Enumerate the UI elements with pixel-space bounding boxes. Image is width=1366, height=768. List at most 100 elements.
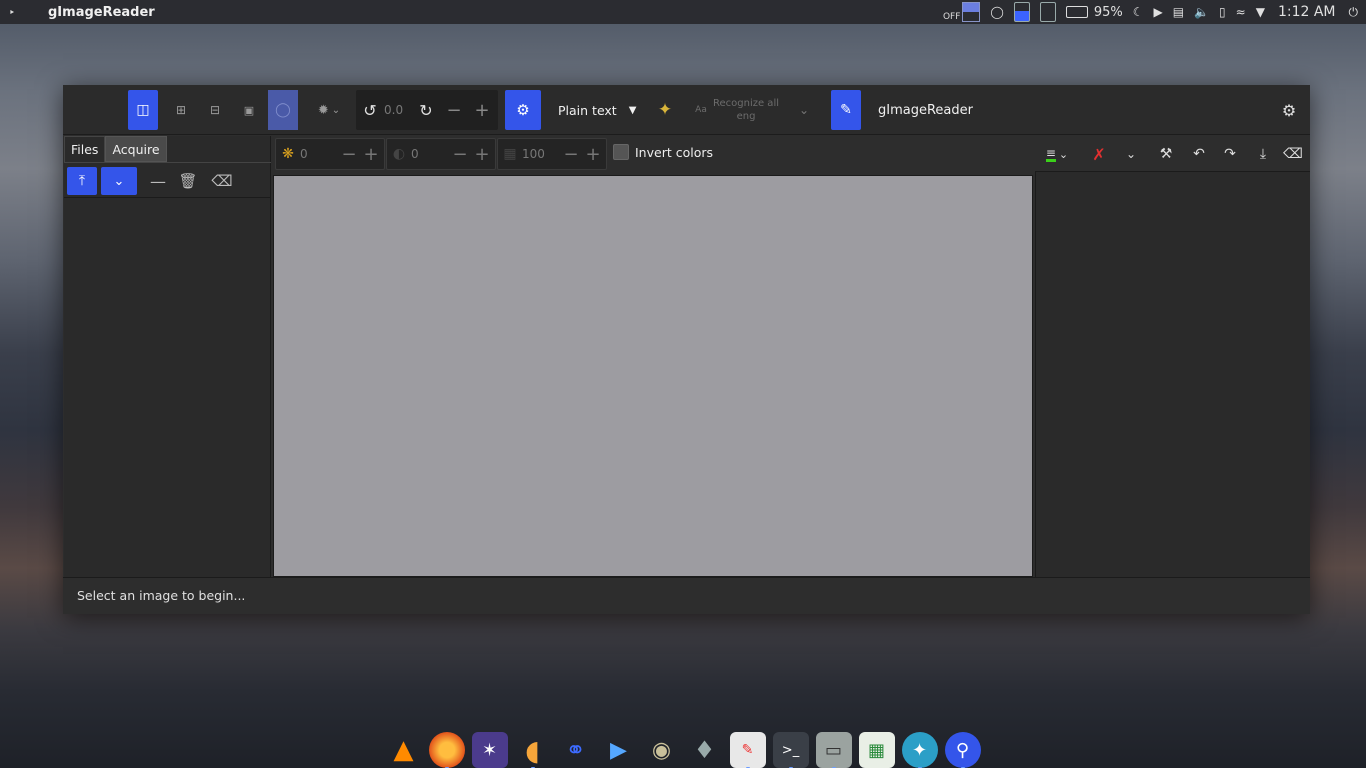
find-replace-button[interactable]: ⚒: [1152, 140, 1180, 168]
zoom-in-button[interactable]: ⊞: [171, 100, 191, 120]
redo-button[interactable]: ↷: [1216, 140, 1244, 168]
zoom-out-button[interactable]: ⊟: [205, 100, 225, 120]
battery-icon: [1065, 6, 1088, 18]
undo-button[interactable]: ↶: [1185, 140, 1213, 168]
dock: ▲ ✶ ◖ ⚭ ▶ ◉ ♦ ✎ >_ ▭ ▦ ✦ ⚲: [378, 728, 988, 768]
recent-files-dropdown[interactable]: ⌄: [101, 167, 137, 195]
zoom-in-icon: ⊞: [175, 103, 187, 117]
headphones-icon[interactable]: ⚭: [558, 732, 594, 768]
undo-icon: ↶: [1193, 146, 1205, 162]
clock[interactable]: 1:12 AM: [1278, 4, 1336, 20]
vlc-icon[interactable]: ▲: [386, 732, 422, 768]
strip-x-icon: ✗: [1092, 144, 1106, 164]
ocr-settings-button[interactable]: ⚙: [505, 90, 541, 130]
status-bar: Select an image to begin...: [63, 577, 1310, 614]
active-app-name[interactable]: gImageReader: [48, 5, 155, 20]
resolution-value[interactable]: 100: [522, 147, 560, 161]
gimp-icon[interactable]: ◉: [644, 732, 680, 768]
text-editor-icon[interactable]: ✎: [729, 732, 766, 768]
night-light-toggle[interactable]: OFF: [943, 2, 981, 22]
contrast-spinbox[interactable]: ◐ 0 − +: [386, 138, 496, 170]
tab-files[interactable]: Files: [64, 136, 106, 162]
recognize-lang-label: eng: [736, 111, 756, 122]
volume-icon[interactable]: 🔈: [1194, 5, 1209, 19]
menu-icon[interactable]: ‣: [0, 6, 24, 19]
rotate-left-icon[interactable]: ↺: [356, 101, 384, 120]
resolution-decrease-button[interactable]: −: [560, 144, 582, 165]
chevron-down-icon: ⌄: [1058, 147, 1069, 161]
zoom-original-button[interactable]: ▣: [239, 100, 259, 120]
text-recognize-icon: Aa: [695, 105, 707, 115]
zoom-fit-button[interactable]: ◯: [268, 90, 298, 130]
color-picker-icon[interactable]: ✦: [901, 732, 938, 768]
firefox-icon[interactable]: [428, 732, 465, 768]
trash-icon: 🗑: [178, 172, 198, 190]
add-image-button[interactable]: ◫: [128, 90, 158, 130]
open-file-button[interactable]: ⤒: [67, 167, 97, 195]
output-mode-dropdown[interactable]: Plain text ▼: [548, 97, 638, 123]
gimagereader-icon[interactable]: ⚲: [944, 732, 981, 768]
invert-colors-checkbox[interactable]: [613, 144, 629, 160]
rotation-increase-button[interactable]: +: [468, 100, 496, 121]
redo-icon: ↷: [1224, 146, 1236, 162]
brightness-spinbox[interactable]: ❋ 0 − +: [275, 138, 385, 170]
zoom-out-icon: ⊟: [209, 103, 221, 117]
files-toolbar: ⤒ ⌄ — 🗑 ⌫: [64, 162, 271, 198]
contrast-icon: ◐: [392, 146, 406, 162]
resolution-spinbox[interactable]: ▦ 100 − +: [497, 138, 607, 170]
upload-icon: ⤒: [78, 173, 86, 189]
remove-file-button[interactable]: —: [146, 167, 170, 195]
workspace-2[interactable]: [1039, 2, 1056, 22]
storage-icon[interactable]: ▤: [1173, 5, 1184, 19]
invert-colors-label: Invert colors: [635, 144, 714, 160]
workspace-1[interactable]: [1013, 2, 1030, 22]
contrast-increase-button[interactable]: +: [471, 144, 493, 165]
edit-output-button[interactable]: ✎: [831, 90, 861, 130]
lightbulb-icon[interactable]: ◯: [990, 5, 1003, 19]
autolayout-wand-button[interactable]: ✦: [651, 97, 679, 123]
strip-options-dropdown[interactable]: ⌄: [1117, 140, 1145, 168]
usb-icon[interactable]: ▯: [1219, 5, 1226, 19]
brightness-icon: ❋: [282, 146, 294, 162]
strip-button[interactable]: ✗: [1085, 140, 1113, 168]
resolution-increase-button[interactable]: +: [582, 144, 604, 165]
terminal-icon[interactable]: >_: [772, 732, 809, 768]
brightness-decrease-button[interactable]: −: [338, 144, 360, 165]
orange-slice-icon[interactable]: ◖: [515, 732, 551, 768]
power-icon[interactable]: ⏻: [1349, 5, 1359, 20]
contrast-decrease-button[interactable]: −: [449, 144, 471, 165]
clear-list-button[interactable]: ⌫: [210, 167, 234, 195]
battery-indicator[interactable]: 95%: [1065, 5, 1123, 20]
pencil-icon: ✎: [840, 102, 852, 118]
contrast-value[interactable]: 0: [411, 147, 449, 161]
wifi-icon[interactable]: ≈: [1236, 5, 1246, 19]
rotation-decrease-button[interactable]: −: [440, 100, 468, 121]
invert-colors-option[interactable]: Invert colors: [613, 144, 713, 160]
media-play-icon[interactable]: ▶: [1154, 5, 1163, 19]
graph-app-icon[interactable]: ✶: [471, 732, 508, 768]
output-text-area[interactable]: [1035, 172, 1310, 577]
chevron-down-icon: ⌄: [331, 104, 341, 116]
editor-icon[interactable]: ▶: [601, 732, 637, 768]
tab-acquire[interactable]: Acquire: [105, 136, 167, 162]
spreadsheet-icon[interactable]: ▦: [858, 732, 895, 768]
moon-icon[interactable]: ☾: [1133, 5, 1144, 19]
chevron-down-icon[interactable]: ▼: [1256, 5, 1265, 19]
image-controls-toolbar: ❋ 0 − + ◐ 0 − + ▦ 100 − + Invert colors: [273, 136, 1033, 172]
brightness-value[interactable]: 0: [300, 147, 338, 161]
image-canvas[interactable]: [273, 175, 1033, 577]
delete-file-button[interactable]: 🗑: [176, 167, 200, 195]
settings-button[interactable]: ⚙: [1277, 98, 1301, 122]
rotation-value[interactable]: 0.0: [384, 103, 412, 117]
output-style-dropdown[interactable]: ≡ ⌄: [1039, 140, 1075, 168]
inkscape-icon[interactable]: ♦: [687, 732, 723, 768]
add-file-icon: ◫: [136, 102, 150, 118]
clear-output-button[interactable]: ⌫: [1279, 140, 1307, 168]
brightness-increase-button[interactable]: +: [360, 144, 382, 165]
save-output-button[interactable]: ⤓: [1249, 140, 1277, 168]
recognize-options-dropdown[interactable]: ⌄: [793, 97, 815, 123]
rotate-right-icon[interactable]: ↻: [412, 101, 440, 120]
ocr-icon: ⚙: [516, 101, 530, 119]
archive-icon[interactable]: ▭: [815, 732, 852, 768]
autodetect-layout-button[interactable]: ✹ ⌄: [311, 97, 347, 123]
